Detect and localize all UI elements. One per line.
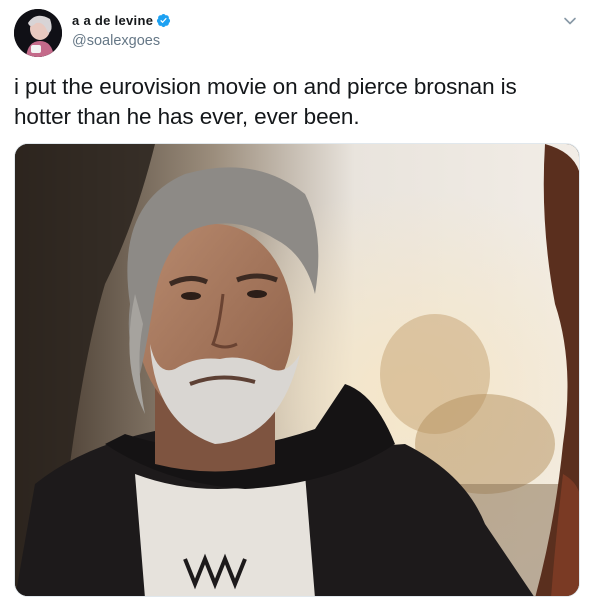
avatar-image (14, 9, 62, 57)
avatar[interactable] (14, 9, 62, 57)
author-info: a a de levine @soalexgoes (72, 11, 171, 49)
photo-image (15, 144, 579, 596)
handle[interactable]: @soalexgoes (72, 33, 171, 49)
verified-badge-icon (156, 13, 171, 28)
display-name[interactable]: a a de levine (72, 13, 153, 28)
tweet-text: i put the eurovision movie on and pierce… (14, 74, 517, 129)
tweet-card: a a de levine @soalexgoes i put the euro… (0, 0, 593, 604)
tweet-media[interactable] (14, 143, 580, 597)
chevron-down-icon[interactable] (562, 13, 578, 29)
display-name-row: a a de levine (72, 11, 171, 29)
